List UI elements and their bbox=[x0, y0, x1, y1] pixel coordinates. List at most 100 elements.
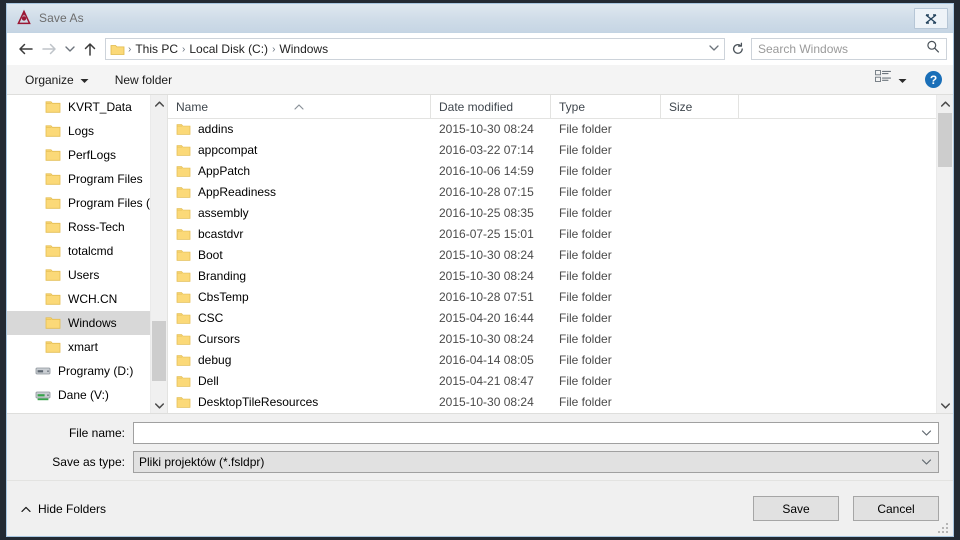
tree-item-label: WCH.CN bbox=[68, 292, 118, 306]
breadcrumb-local-disk[interactable]: Local Disk (C:) bbox=[186, 42, 271, 56]
table-row[interactable]: CbsTemp 2016-10-28 07:51 File folder bbox=[168, 287, 936, 308]
tree-item-ross-tech[interactable]: Ross-Tech bbox=[7, 215, 150, 239]
folder-icon bbox=[176, 354, 191, 367]
organize-button[interactable]: Organize bbox=[21, 69, 93, 91]
table-row[interactable]: CSC 2015-04-20 16:44 File folder bbox=[168, 308, 936, 329]
table-row[interactable]: assembly 2016-10-25 08:35 File folder bbox=[168, 203, 936, 224]
file-row-name: Branding bbox=[168, 266, 431, 287]
list-scroll-up-button[interactable] bbox=[937, 95, 953, 112]
file-row-name-label: Boot bbox=[198, 248, 223, 262]
file-row-type: File folder bbox=[559, 227, 612, 241]
new-folder-button[interactable]: New folder bbox=[111, 69, 176, 91]
file-row-type: File folder bbox=[559, 206, 612, 220]
table-row[interactable]: Boot 2015-10-30 08:24 File folder bbox=[168, 245, 936, 266]
file-row-name: debug bbox=[168, 350, 431, 371]
tree-item-dane-v[interactable]: Dane (V:) bbox=[7, 383, 150, 407]
table-row[interactable]: appcompat 2016-03-22 07:14 File folder bbox=[168, 140, 936, 161]
file-row-name-label: Cursors bbox=[198, 332, 241, 346]
dialog-footer: Hide Folders Save Cancel bbox=[7, 480, 953, 536]
file-list-pane: Name Date modified Type Size addins 2015… bbox=[167, 95, 953, 414]
column-header-name[interactable]: Name bbox=[168, 95, 431, 119]
file-row-date: 2015-04-21 08:47 bbox=[439, 374, 534, 388]
chevron-down-icon bbox=[154, 402, 164, 409]
table-row[interactable]: addins 2015-10-30 08:24 File folder bbox=[168, 119, 936, 140]
list-scroll-down-button[interactable] bbox=[937, 397, 953, 414]
file-row-size bbox=[661, 245, 739, 266]
cancel-button[interactable]: Cancel bbox=[853, 496, 939, 521]
tree-scroll-thumb[interactable] bbox=[152, 321, 166, 381]
organize-label: Organize bbox=[25, 72, 74, 87]
file-row-date: 2016-10-28 07:51 bbox=[439, 290, 534, 304]
resize-grip-icon[interactable] bbox=[938, 521, 950, 533]
address-bar[interactable]: › This PC › Local Disk (C:) › Windows bbox=[105, 38, 725, 60]
tree-item-program-files[interactable]: Program Files ( bbox=[7, 191, 150, 215]
folder-icon bbox=[176, 228, 191, 241]
forward-button[interactable] bbox=[37, 37, 61, 61]
breadcrumb-windows[interactable]: Windows bbox=[276, 42, 331, 56]
tree-item-kvrt-data[interactable]: KVRT_Data bbox=[7, 95, 150, 119]
file-row-name: CSC bbox=[168, 308, 431, 329]
file-row-name: CbsTemp bbox=[168, 287, 431, 308]
column-header-size[interactable]: Size bbox=[661, 95, 739, 119]
hide-folders-label: Hide Folders bbox=[38, 501, 107, 516]
file-row-type: File folder bbox=[559, 395, 612, 409]
file-row-type: File folder bbox=[559, 269, 612, 283]
file-row-size bbox=[661, 392, 739, 413]
close-button[interactable] bbox=[914, 8, 948, 29]
caret-down-icon bbox=[898, 71, 907, 89]
hide-folders-button[interactable]: Hide Folders bbox=[21, 502, 106, 516]
tree-item-totalcmd[interactable]: totalcmd bbox=[7, 239, 150, 263]
file-row-name-label: Branding bbox=[198, 269, 247, 283]
folder-icon bbox=[45, 244, 61, 258]
tree-item-users[interactable]: Users bbox=[7, 263, 150, 287]
help-label: ? bbox=[929, 72, 938, 87]
file-list-scrollbar[interactable] bbox=[936, 95, 953, 414]
file-name-input[interactable] bbox=[133, 422, 939, 444]
chevron-up-icon bbox=[940, 100, 950, 107]
tree-item-logs[interactable]: Logs bbox=[7, 119, 150, 143]
tree-scroll-up-button[interactable] bbox=[151, 95, 167, 112]
column-header-size-label: Size bbox=[669, 99, 693, 114]
table-row[interactable]: DesktopTileResources 2015-10-30 08:24 File… bbox=[168, 392, 936, 413]
tree-scrollbar[interactable] bbox=[150, 95, 167, 414]
folder-icon bbox=[176, 207, 191, 220]
up-one-level-button[interactable] bbox=[79, 37, 101, 61]
file-row-name-label: addins bbox=[198, 122, 234, 136]
tree-item-windows[interactable]: Windows bbox=[7, 311, 150, 335]
table-row[interactable]: bcastdvr 2016-07-25 15:01 File folder bbox=[168, 224, 936, 245]
tree-item-perflogs[interactable]: PerfLogs bbox=[7, 143, 150, 167]
table-row[interactable]: AppPatch 2016-10-06 14:59 File folder bbox=[168, 161, 936, 182]
breadcrumb-this-pc[interactable]: This PC bbox=[132, 42, 181, 56]
tree-item-program-files[interactable]: Program Files bbox=[7, 167, 150, 191]
list-scroll-thumb[interactable] bbox=[938, 113, 952, 167]
table-row[interactable]: Branding 2015-10-30 08:24 File folder bbox=[168, 266, 936, 287]
table-row[interactable]: AppReadiness 2016-10-28 07:15 File folder bbox=[168, 182, 936, 203]
file-row-type: File folder bbox=[559, 332, 612, 346]
help-button[interactable]: ? bbox=[925, 71, 942, 88]
table-row[interactable]: Dell 2015-04-21 08:47 File folder bbox=[168, 371, 936, 392]
refresh-button[interactable] bbox=[727, 38, 749, 60]
file-row-size bbox=[661, 287, 739, 308]
column-header-type[interactable]: Type bbox=[551, 95, 661, 119]
tree-item-xmart[interactable]: xmart bbox=[7, 335, 150, 359]
folder-icon bbox=[45, 100, 61, 114]
file-list-header: Name Date modified Type Size bbox=[168, 95, 953, 119]
file-row-date: 2015-04-20 16:44 bbox=[439, 311, 534, 325]
back-button[interactable] bbox=[13, 37, 37, 61]
address-dropdown-button[interactable] bbox=[708, 40, 720, 58]
save-button[interactable]: Save bbox=[753, 496, 839, 521]
chevron-down-icon[interactable] bbox=[921, 424, 932, 442]
save-as-type-select[interactable]: Pliki projektów (*.fsldpr) bbox=[133, 451, 939, 473]
file-row-size bbox=[661, 140, 739, 161]
recent-locations-button[interactable] bbox=[61, 37, 79, 61]
chevron-down-icon[interactable] bbox=[921, 453, 932, 471]
table-row[interactable]: debug 2016-04-14 08:05 File folder bbox=[168, 350, 936, 371]
save-as-type-label: Save as type: bbox=[52, 455, 125, 469]
column-header-date-modified[interactable]: Date modified bbox=[431, 95, 551, 119]
table-row[interactable]: Cursors 2015-10-30 08:24 File folder bbox=[168, 329, 936, 350]
tree-item-programy-d[interactable]: Programy (D:) bbox=[7, 359, 150, 383]
search-input[interactable]: Search Windows bbox=[751, 38, 947, 60]
tree-item-wch-cn[interactable]: WCH.CN bbox=[7, 287, 150, 311]
change-view-button[interactable] bbox=[871, 69, 911, 91]
tree-scroll-down-button[interactable] bbox=[151, 397, 167, 414]
